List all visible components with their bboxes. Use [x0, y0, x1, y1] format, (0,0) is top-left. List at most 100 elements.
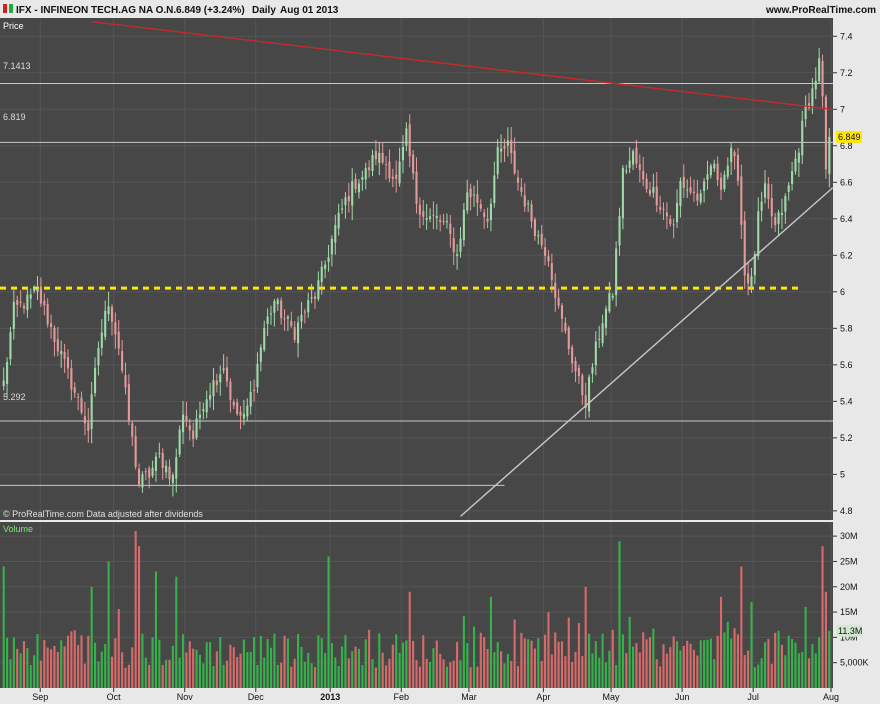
volume-bar	[388, 658, 391, 688]
candle-body	[90, 394, 93, 429]
candle-body	[774, 217, 777, 226]
price-footer: © ProRealTime.com Data adjusted after di…	[3, 509, 203, 519]
volume-bar	[56, 652, 59, 688]
volume-bar	[581, 656, 584, 688]
time-tick-label: Aug	[823, 692, 839, 702]
volume-bar	[618, 541, 621, 688]
candle-body	[215, 380, 218, 386]
candle-body	[554, 282, 557, 299]
volume-bar	[398, 652, 401, 688]
volume-bar	[317, 635, 320, 688]
candle-body	[381, 152, 384, 163]
volume-bar	[659, 666, 662, 688]
volume-bar	[256, 664, 259, 688]
volume-tick-label: 20M	[840, 582, 858, 592]
volume-bar	[361, 665, 364, 688]
candle-body	[435, 215, 438, 218]
volume-bar	[236, 656, 239, 688]
candle-body	[117, 331, 120, 349]
candle-body	[449, 223, 452, 235]
candle-body	[100, 332, 103, 348]
volume-bar	[801, 651, 804, 688]
volume-bar	[824, 591, 827, 688]
candle-body	[608, 293, 611, 312]
volume-bar	[94, 642, 97, 688]
volume-bar	[412, 641, 415, 688]
candle-body	[567, 327, 570, 349]
candle-body	[388, 161, 391, 179]
candle-body	[46, 304, 49, 325]
candle-body	[770, 198, 773, 217]
candle-body	[408, 124, 411, 157]
volume-bar	[787, 635, 790, 688]
candle-body	[665, 212, 668, 217]
candle-body	[428, 216, 432, 219]
volume-bar	[821, 546, 824, 688]
volume-bar	[709, 638, 712, 688]
candle-body	[165, 465, 168, 473]
candle-body	[171, 474, 174, 484]
candle-body	[273, 301, 276, 313]
brand-url[interactable]: www.ProRealTime.com	[765, 5, 876, 16]
candle-body	[283, 318, 286, 320]
volume-bar	[141, 633, 144, 688]
volume-bar	[354, 646, 357, 688]
candle-body	[168, 466, 171, 480]
volume-bar	[574, 651, 577, 688]
volume-bar	[134, 531, 137, 688]
candle-body	[246, 405, 249, 417]
price-tick-label: 6.4	[840, 214, 853, 224]
candle-body	[9, 332, 12, 360]
volume-bar	[269, 647, 273, 688]
volume-bar	[611, 629, 614, 688]
candle-body	[151, 467, 154, 476]
volume-bar	[537, 638, 540, 688]
volume-bar	[621, 634, 624, 688]
price-chart: IFX - INFINEON TECH.AG NA O.N. 6.849 (+3…	[0, 4, 876, 702]
volume-bar	[797, 653, 800, 688]
volume-bar	[635, 643, 638, 688]
candle-body	[259, 347, 262, 362]
candle-body	[459, 238, 462, 252]
candle-body	[750, 276, 753, 288]
volume-bar	[107, 561, 110, 688]
volume-bar	[479, 632, 482, 688]
price-tick-label: 6	[840, 287, 845, 297]
volume-bar	[310, 663, 313, 688]
volume-bar	[121, 652, 124, 688]
volume-bar	[36, 634, 39, 688]
candle-body	[144, 471, 147, 473]
candle-body	[645, 178, 648, 190]
volume-bar	[615, 664, 618, 688]
volume-bar	[439, 653, 442, 688]
candle-body	[307, 300, 310, 313]
candle-body	[124, 375, 127, 388]
volume-bar	[442, 659, 445, 688]
candle-body	[73, 387, 76, 393]
level-label-top: 7.1413	[3, 61, 31, 71]
volume-bar	[530, 640, 533, 688]
volume-bar	[625, 653, 628, 688]
volume-bar	[374, 667, 377, 688]
candle-body	[747, 273, 750, 284]
volume-bar	[87, 635, 90, 688]
volume-bar	[2, 566, 5, 688]
candle-body	[114, 322, 117, 335]
volume-bar	[784, 655, 787, 688]
candle-body	[483, 212, 486, 217]
current-price-value: 6.849	[838, 132, 861, 142]
price-panel[interactable]	[0, 18, 833, 520]
candle-body	[821, 61, 824, 97]
volume-bar	[449, 662, 452, 688]
candle-body	[520, 186, 523, 192]
candle-body	[313, 296, 317, 300]
volume-bar	[791, 639, 794, 688]
volume-bar	[713, 659, 716, 688]
volume-bar	[117, 609, 120, 688]
price-tick-label: 7.4	[840, 31, 853, 41]
candle-body	[87, 422, 90, 431]
volume-bar	[540, 660, 543, 688]
candle-body	[824, 96, 827, 170]
volume-bar	[750, 601, 753, 688]
current-volume-value: 11.3M	[838, 626, 862, 636]
